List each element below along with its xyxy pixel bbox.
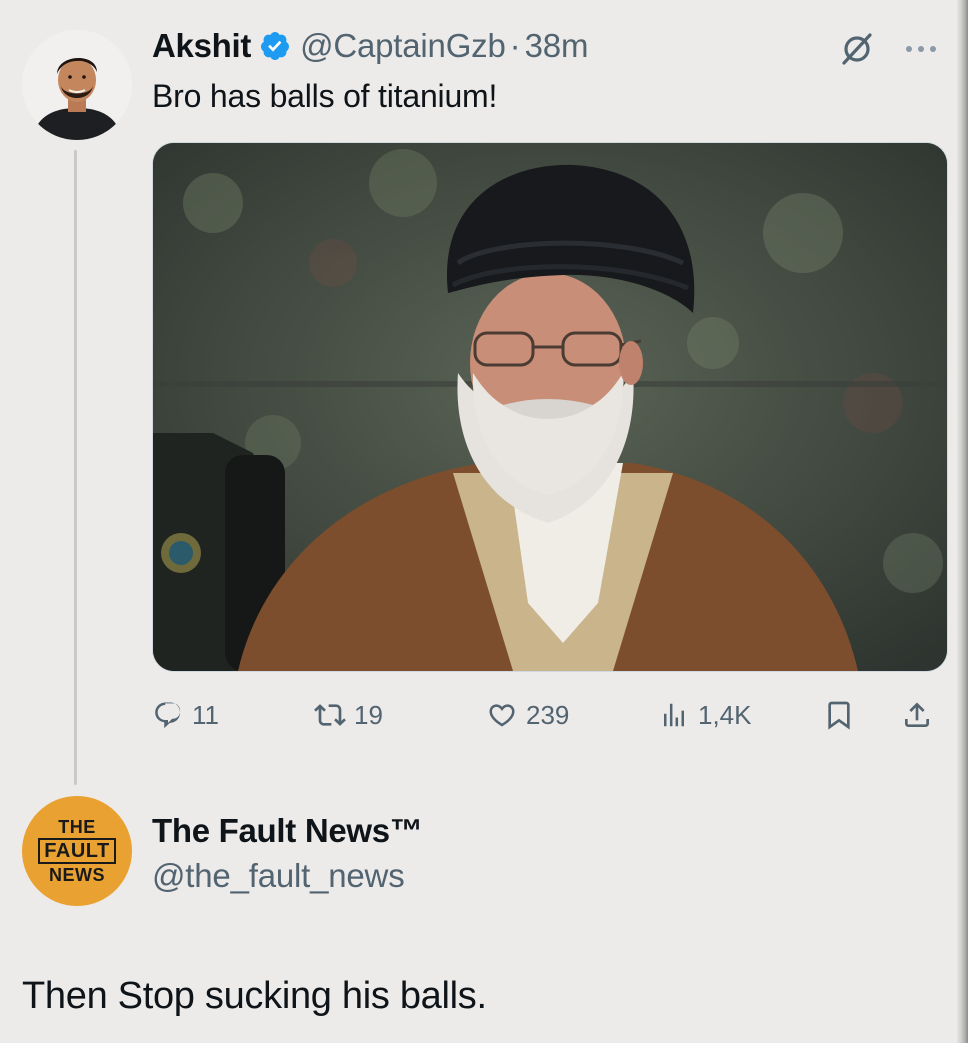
logo-text: NEWS: [49, 865, 105, 885]
grok-icon[interactable]: [836, 28, 878, 70]
reply-button[interactable]: 11: [152, 690, 219, 740]
more-icon[interactable]: [900, 28, 942, 70]
author-name[interactable]: Akshit: [152, 27, 251, 65]
reply-author-avatar[interactable]: THE FAULT NEWS: [22, 796, 132, 906]
tweet-timestamp[interactable]: 38m: [525, 27, 589, 65]
bookmark-button[interactable]: [820, 690, 858, 740]
retweet-button[interactable]: 19: [314, 690, 383, 740]
bookmark-icon: [820, 696, 858, 734]
verified-badge-icon: [259, 30, 291, 62]
tweet-media-photo[interactable]: [152, 142, 948, 672]
logo-text: THE: [58, 817, 96, 837]
author-handle[interactable]: @CaptainGzb: [300, 27, 506, 65]
like-count: 239: [526, 699, 570, 730]
share-button[interactable]: [898, 690, 936, 740]
author-avatar[interactable]: [22, 30, 132, 140]
scrollbar[interactable]: [957, 0, 968, 1043]
tweet-actions: 11 19 239 1,4K: [152, 690, 946, 740]
reply-count: 11: [192, 699, 219, 730]
views-button[interactable]: 1,4K: [658, 690, 752, 740]
reply-author-handle[interactable]: @the_fault_news: [152, 857, 405, 895]
views-icon: [658, 699, 690, 731]
thread-line: [74, 150, 77, 785]
retweet-count: 19: [354, 699, 383, 730]
tweet-text: Bro has balls of titanium!: [152, 78, 498, 114]
heart-icon: [486, 699, 518, 731]
share-icon: [898, 696, 936, 734]
like-button[interactable]: 239: [486, 690, 569, 740]
separator-dot: ·: [509, 27, 521, 64]
tweet-header: Akshit @CaptainGzb · 38m: [152, 24, 588, 68]
logo-text: FAULT: [38, 838, 116, 864]
retweet-icon: [314, 699, 346, 731]
reply-text: Then Stop sucking his balls.: [22, 975, 487, 1017]
reply-icon: [152, 699, 184, 731]
view-count: 1,4K: [698, 699, 752, 730]
reply-author-name[interactable]: The Fault News™: [152, 812, 423, 850]
